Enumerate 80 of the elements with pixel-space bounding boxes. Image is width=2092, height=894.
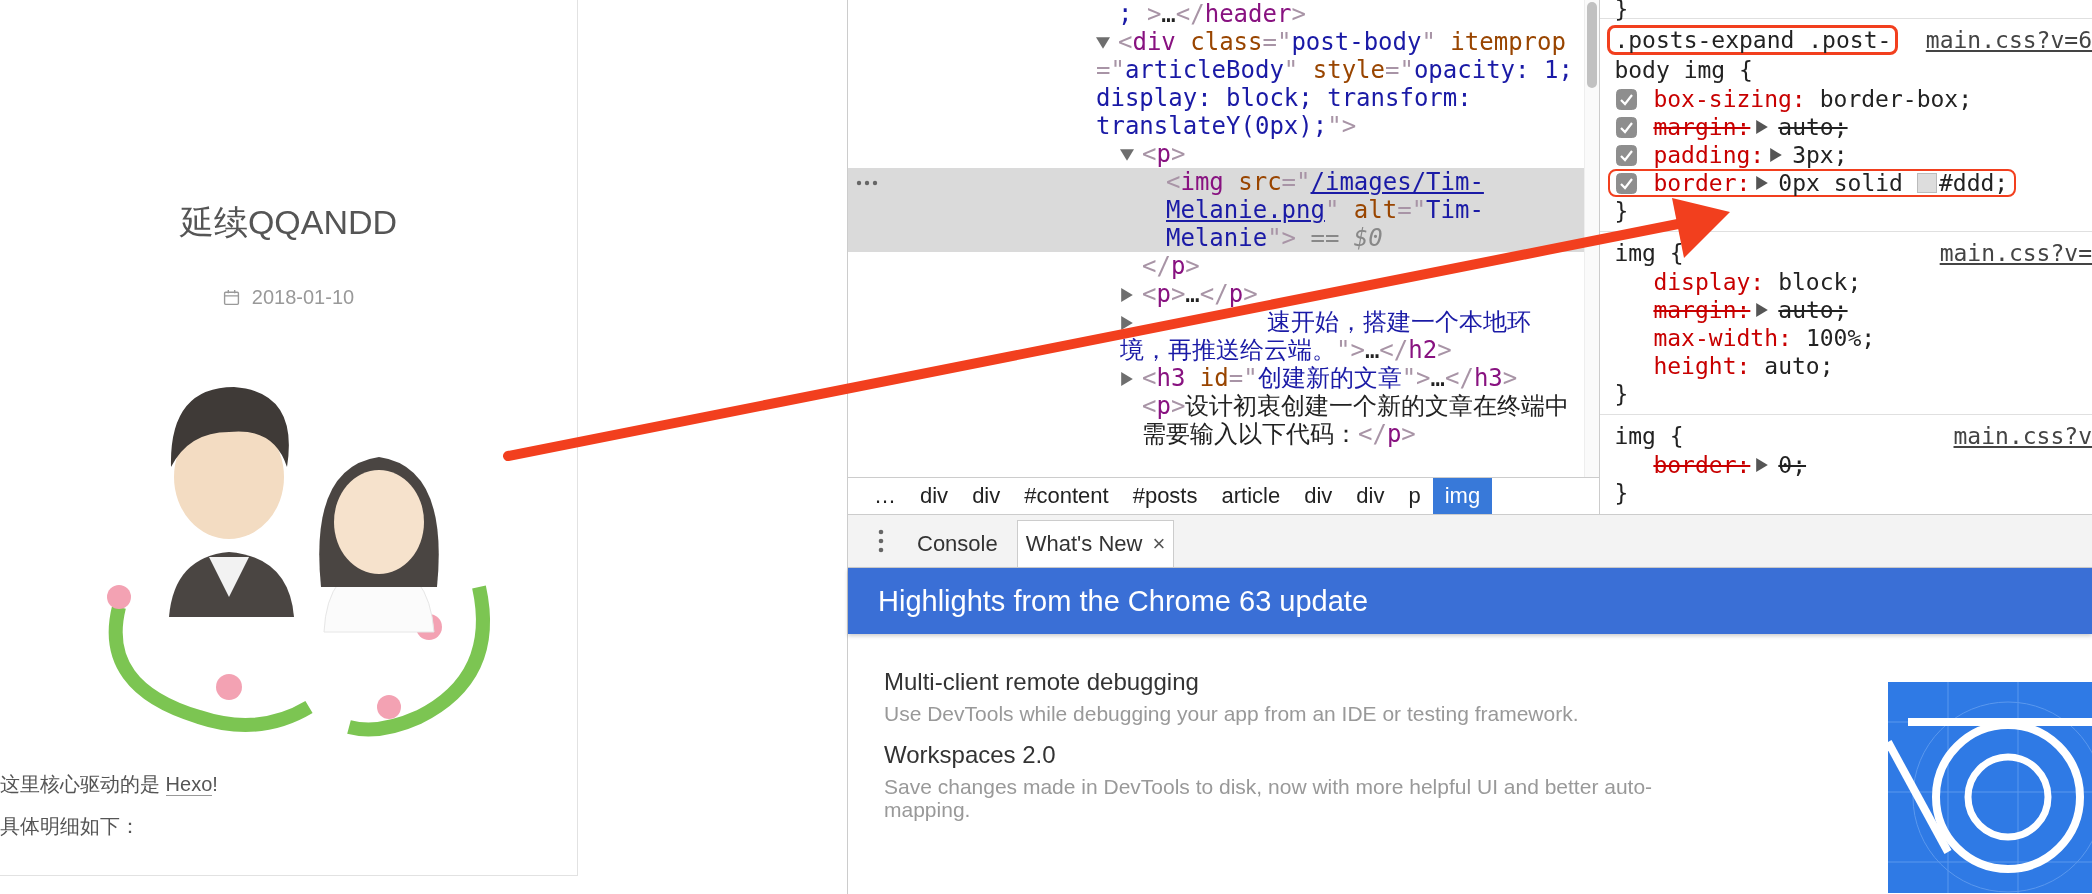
triangle-icon[interactable] [1756,176,1769,190]
property-value: 3px; [1792,143,1848,167]
triangle-icon[interactable] [1120,372,1134,386]
property-name: padding: [1653,143,1765,167]
triangle-icon[interactable] [1120,316,1134,330]
close-icon[interactable]: × [1152,531,1166,557]
css-selector: img { [1613,422,1685,451]
checkbox[interactable] [1616,88,1638,110]
dom-node[interactable]: ; >…</header> [848,0,1585,28]
source-link[interactable]: main.css?v [1953,421,2092,451]
property-name: margin: [1653,115,1751,139]
triangle-icon[interactable] [1756,303,1769,317]
property-value: auto; [1778,298,1848,322]
property-value: auto; [1778,115,1848,139]
more-icon[interactable] [856,180,878,186]
checkbox[interactable] [1616,144,1638,166]
feature-title[interactable]: Workspaces 2.0 [884,741,1704,769]
rule-brace: } [1614,380,1630,408]
rule-brace: } [1614,479,1630,507]
breadcrumb[interactable]: article [1209,478,1293,514]
banner-title: Highlights from the Chrome 63 update [878,584,1369,618]
dom-node[interactable]: <img src="/images/Tim-Melanie.png" alt="Tim-Melanie"> == $0 [848,168,1585,252]
triangle-icon[interactable] [1756,458,1769,472]
triangle-icon[interactable] [1096,36,1110,50]
property-value: auto; [1764,354,1834,378]
triangle-icon[interactable] [1770,148,1783,162]
breadcrumb[interactable]: div [908,478,961,514]
post-title: 延续QQANDD [179,202,398,243]
property-value: #ddd; [1938,171,2009,195]
property-value: block; [1778,270,1862,294]
dom-node[interactable]: <div class="post-body" itemprop ="articleBody" style="opacity: 1; display: block; transform: translateY(0px);"> [848,28,1585,140]
property-value: border-box; [1819,87,1973,111]
breadcrumb[interactable]: div [960,478,1013,514]
property-name: border: [1653,171,1751,195]
drawer-tab[interactable]: Console [908,520,1007,567]
dom-node[interactable]: <h3 id="创建新的文章">…</h3> [848,364,1585,392]
link[interactable]: Hexo [165,773,213,796]
property-name: display: [1653,270,1765,294]
checkbox[interactable] [1616,172,1638,194]
breadcrumb[interactable]: #content [1012,478,1121,514]
menu-icon[interactable] [878,529,884,553]
drawer-tab[interactable]: What's New × [1016,520,1175,567]
breadcrumb[interactable]: #posts [1120,478,1210,514]
property-value: 0; [1778,453,1807,477]
triangle-icon[interactable] [1756,120,1769,134]
css-selector: body img { [1613,56,1754,85]
feature-title[interactable]: Multi-client remote debugging [884,668,1704,696]
dom-node[interactable]: <p> [848,140,1585,168]
breadcrumb[interactable]: div [1344,478,1397,514]
property-name: margin: [1653,298,1751,322]
calendar-icon [222,289,240,306]
breadcrumb[interactable]: … [862,478,908,514]
property-name: max-width: [1653,326,1792,350]
property-value: 0px solid [1778,171,1903,195]
feature-description: Save changes made in DevTools to disk, now with more helpful UI and better auto-mapping. [884,775,1654,821]
dom-node[interactable]: 速开始，搭建一个本地环境，再推送给云端。">…</h2> [848,308,1585,364]
property-name: height: [1653,354,1751,378]
breadcrumb[interactable]: div [1292,478,1345,514]
property-value: 100%; [1805,326,1876,350]
property-name: border: [1653,453,1751,477]
source-link[interactable]: main.css?v=6 [1925,25,2092,55]
rule-brace: } [1614,197,1630,225]
feature-description: Use DevTools while debugging your app from an IDE or testing framework. [884,702,1580,725]
dom-node[interactable]: <p>…</p> [848,280,1585,308]
checkbox[interactable] [1616,116,1638,138]
css-selector: img { [1613,239,1685,268]
color-swatch[interactable] [1916,173,1937,193]
post-date: 2018-01-10 [251,286,355,309]
scrollbar-thumb[interactable] [1587,2,1598,88]
triangle-icon[interactable] [1120,148,1134,162]
source-link[interactable]: main.css?v= [1939,238,2092,268]
breadcrumb[interactable]: p [1396,478,1433,514]
property-name: box-sizing: [1653,87,1806,111]
triangle-icon[interactable] [1120,288,1134,302]
dom-node[interactable]: </p> [848,252,1585,280]
css-selector: .posts-expand .post- [1607,25,1899,55]
paragraph: 这里核心驱动的是 Hexo! [0,772,218,798]
dom-node[interactable]: <p>设计初衷创建一个新的文章在终端中需要输入以下代码：</p> [848,392,1585,448]
breadcrumb[interactable]: img [1432,478,1493,514]
paragraph: 具体明细如下： [0,814,140,839]
